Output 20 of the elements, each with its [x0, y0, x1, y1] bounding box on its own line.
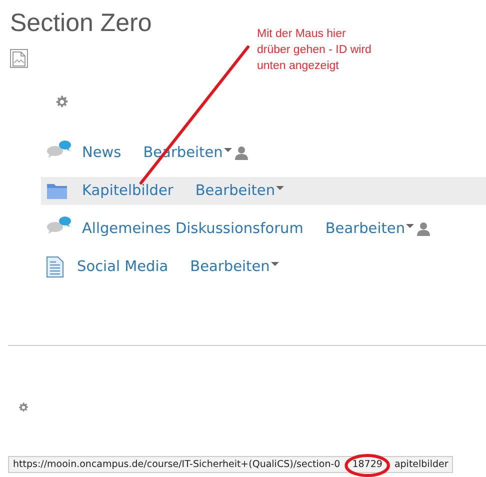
- edit-menu[interactable]: Bearbeiten: [190, 259, 279, 275]
- activity-link[interactable]: Kapitelbilder: [82, 183, 174, 199]
- edit-menu[interactable]: Bearbeiten: [325, 221, 414, 237]
- url-text: apitelbilder: [394, 459, 448, 470]
- activity-link[interactable]: Social Media: [77, 259, 168, 275]
- section-title: Section Zero: [10, 8, 152, 38]
- activity-link[interactable]: Allgemeines Diskussionsforum: [82, 221, 304, 237]
- activity-link[interactable]: News: [82, 145, 122, 161]
- settings-icon[interactable]: [55, 95, 69, 109]
- url-id-text: 18729: [352, 459, 382, 470]
- caret-icon: [276, 186, 284, 190]
- caret-icon: [406, 224, 414, 228]
- caret-icon: [224, 148, 232, 152]
- broken-image-icon: [10, 49, 28, 68]
- settings-icon[interactable]: [18, 402, 29, 413]
- annotation-circle: [344, 454, 390, 477]
- caret-icon: [270, 262, 279, 266]
- edit-menu[interactable]: Bearbeiten: [195, 183, 284, 199]
- annotation-text: Mit der Maus hier drüber gehen - ID wird unten angezeigt: [257, 27, 372, 74]
- url-text: https://mooin.oncampus.de/course/IT-Sicherheit+(QualiCS)/section-0: [13, 459, 340, 470]
